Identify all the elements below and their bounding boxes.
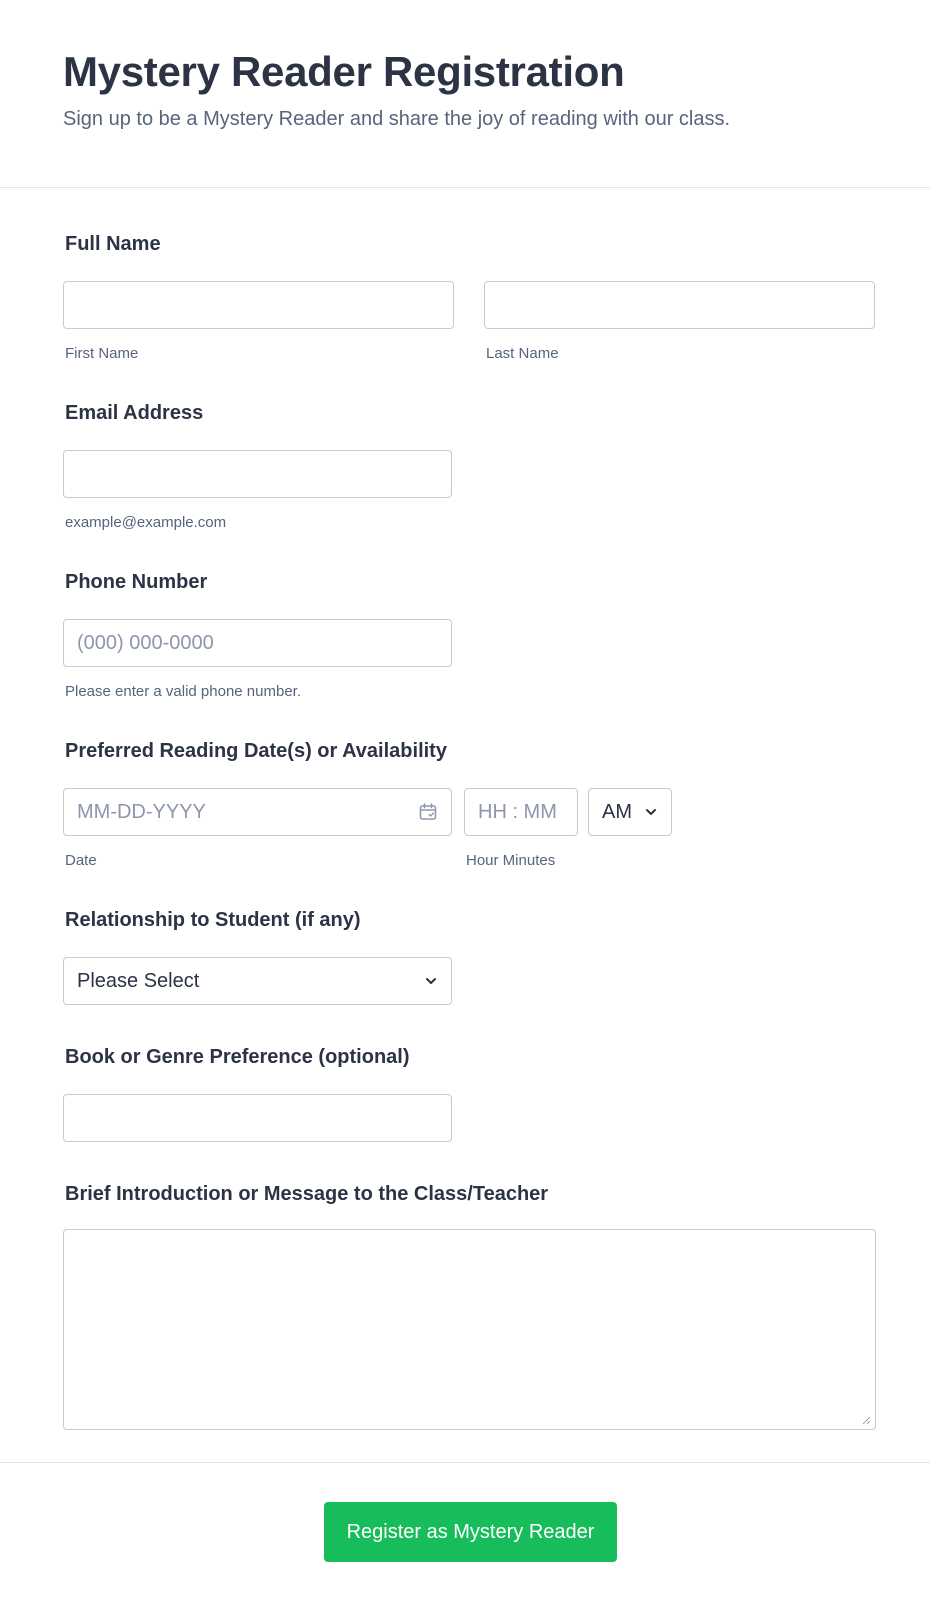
reading-date-label: Preferred Reading Date(s) or Availabilit…	[65, 740, 447, 762]
page-subtitle: Sign up to be a Mystery Reader and share…	[63, 108, 731, 130]
ampm-select[interactable]: AM	[588, 788, 672, 836]
register-button[interactable]: Register as Mystery Reader	[324, 1502, 617, 1562]
form-header: Mystery Reader Registration Sign up to b…	[0, 0, 930, 188]
ampm-value: AM	[602, 800, 632, 823]
relationship-select[interactable]: Please Select	[63, 957, 452, 1005]
email-sublabel: example@example.com	[65, 514, 227, 531]
footer-divider	[0, 1462, 930, 1463]
message-textarea[interactable]	[63, 1229, 876, 1430]
phone-input[interactable]	[63, 619, 452, 667]
chevron-down-icon	[426, 978, 436, 984]
email-label: Email Address	[65, 402, 204, 424]
first-name-input[interactable]	[63, 281, 454, 329]
resize-grip-icon[interactable]	[861, 1415, 871, 1425]
first-name-sublabel: First Name	[65, 345, 139, 362]
phone-label: Phone Number	[65, 571, 208, 593]
time-sublabel: Hour Minutes	[466, 852, 556, 869]
date-input[interactable]	[63, 788, 452, 836]
book-preference-label: Book or Genre Preference (optional)	[65, 1046, 410, 1068]
relationship-label: Relationship to Student (if any)	[65, 909, 361, 931]
book-preference-input[interactable]	[63, 1094, 452, 1142]
full-name-label: Full Name	[65, 233, 161, 255]
email-input[interactable]	[63, 450, 452, 498]
calendar-icon[interactable]	[418, 802, 438, 822]
page-title: Mystery Reader Registration	[63, 48, 625, 95]
time-input[interactable]	[464, 788, 578, 836]
relationship-selected: Please Select	[77, 969, 200, 992]
message-label: Brief Introduction or Message to the Cla…	[65, 1183, 549, 1205]
phone-sublabel: Please enter a valid phone number.	[65, 683, 301, 700]
chevron-down-icon	[646, 809, 656, 815]
last-name-sublabel: Last Name	[486, 345, 559, 362]
date-sublabel: Date	[65, 852, 97, 869]
last-name-input[interactable]	[484, 281, 875, 329]
